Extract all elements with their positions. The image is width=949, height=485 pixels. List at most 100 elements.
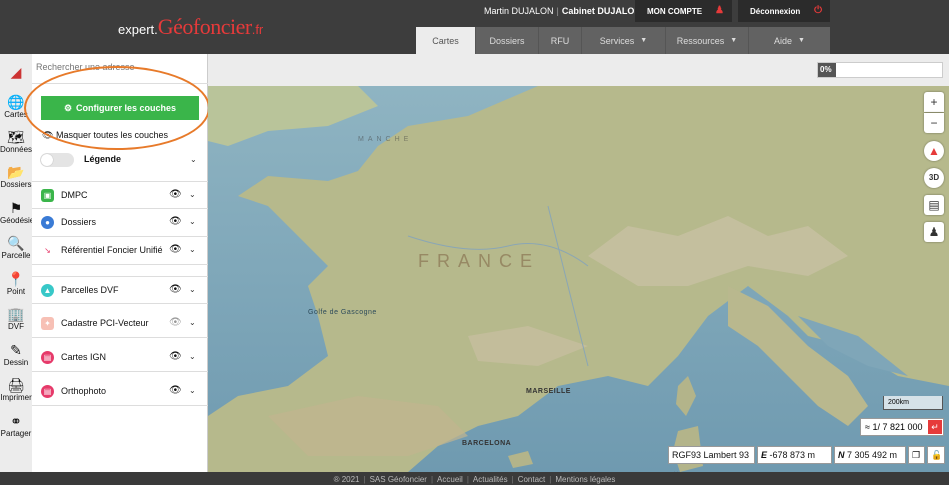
- street-view-button[interactable]: ♟: [924, 222, 944, 242]
- sidebar-item-partager[interactable]: ⚭ Partager: [0, 413, 32, 438]
- dvf-layer-icon: ▲: [41, 284, 54, 297]
- layer-name: DMPC: [61, 190, 88, 200]
- tab-label: Dossiers: [489, 35, 525, 46]
- sidebar-item-dvf[interactable]: 🏢 DVF: [0, 306, 32, 331]
- layer-cadastre[interactable]: ✦ Cadastre PCI-Vecteur 👁 ⌄: [32, 310, 208, 338]
- minus-icon: −: [930, 116, 938, 130]
- cabinet-name: Cabinet DUJALON: [561, 6, 641, 16]
- layer-cartes-ign[interactable]: ▤ Cartes IGN 👁 ⌄: [32, 344, 208, 372]
- chevron-down-icon[interactable]: ⌄: [189, 318, 196, 327]
- tab-dossiers[interactable]: Dossiers: [476, 27, 539, 54]
- progress-fill: 0%: [818, 63, 836, 77]
- tab-rfu[interactable]: RFU: [539, 27, 582, 54]
- enter-icon[interactable]: ↵: [928, 420, 942, 434]
- building-icon: 🏢: [7, 306, 25, 322]
- sidebar-item-dossiers[interactable]: 📂 Dossiers: [0, 164, 32, 189]
- zoom-in-button[interactable]: +: [924, 92, 944, 112]
- tab-cartes[interactable]: Cartes: [416, 27, 476, 54]
- sidebar-item-label: Dossiers: [0, 180, 32, 189]
- sidebar-item-imprimer[interactable]: 🖨 Imprimer: [0, 377, 32, 402]
- easting-field[interactable]: E -678 873 m: [757, 446, 832, 464]
- tab-label: Services: [599, 35, 635, 46]
- northing-field[interactable]: N 7 305 492 m: [834, 446, 906, 464]
- sidebar-item-geodesie[interactable]: ⚑ Géodésie: [0, 200, 34, 225]
- easting-value: -678 873 m: [769, 450, 816, 460]
- cadastre-icon: ✦: [41, 317, 54, 330]
- folder-icon: 📂: [7, 164, 25, 180]
- highlight-annotation: [24, 66, 210, 150]
- sidebar-item-point[interactable]: 📍 Point: [0, 271, 32, 296]
- footer-link-actualites[interactable]: Actualités: [473, 475, 508, 484]
- chevron-down-icon[interactable]: ⌄: [189, 245, 196, 254]
- caret-down-icon: ▼: [730, 37, 738, 44]
- projection-value: RGF93 Lambert 93: [672, 450, 750, 460]
- logo[interactable]: expert.Géofoncier.fr: [118, 14, 263, 40]
- zoom-out-button[interactable]: −: [924, 113, 944, 133]
- map-icon: 🗺: [7, 129, 25, 145]
- eye-slash-icon[interactable]: 👁: [169, 317, 182, 328]
- collapse-icon: ◢: [10, 64, 22, 80]
- sidebar-item-label: DVF: [8, 322, 24, 331]
- eye-icon[interactable]: 👁: [169, 351, 182, 362]
- tab-services[interactable]: Services ▼: [582, 27, 666, 54]
- dossiers-layer-icon: ●: [41, 216, 54, 229]
- chevron-down-icon[interactable]: ⌄: [189, 285, 196, 294]
- footer-link-contact[interactable]: Contact: [518, 475, 546, 484]
- projection-select[interactable]: RGF93 Lambert 93 ⌄: [668, 446, 755, 476]
- chevron-down-icon[interactable]: ⌄: [189, 386, 196, 395]
- chevron-down-icon[interactable]: ⌄: [189, 190, 196, 199]
- footer-link-mentions[interactable]: Mentions légales: [555, 475, 615, 484]
- eye-icon[interactable]: 👁: [169, 244, 182, 255]
- user-info: Martin DUJALON | Cabinet DUJALON: [484, 6, 641, 16]
- plus-icon: +: [930, 95, 938, 109]
- account-button[interactable]: MON COMPTE ♟: [635, 0, 732, 22]
- chevron-down-icon[interactable]: ⌄: [189, 217, 196, 226]
- chevron-down-icon[interactable]: ⌄: [190, 155, 197, 164]
- easting-label: E: [761, 450, 768, 460]
- sidebar-toggle[interactable]: ◢: [0, 64, 32, 80]
- scale-bar-label: 200km: [888, 399, 910, 406]
- scale-input[interactable]: ≈ 1/ 7 821 000 ↵: [860, 418, 944, 436]
- copy-button[interactable]: ❐: [908, 446, 925, 464]
- chevron-down-icon[interactable]: ⌄: [189, 352, 196, 361]
- compass-button[interactable]: ▲: [924, 141, 944, 161]
- layer-dossiers[interactable]: ● Dossiers 👁 ⌄: [32, 209, 208, 237]
- person-icon: ♟: [928, 225, 940, 239]
- layer-dmpc[interactable]: ▣ DMPC 👁 ⌄: [32, 181, 208, 209]
- tab-label: Ressources: [676, 35, 725, 46]
- logout-button[interactable]: Déconnexion ⏻: [738, 0, 830, 22]
- map-canvas[interactable]: MANCHE Golfe de Gascogne FRANCE MARSEILL…: [208, 86, 949, 472]
- eye-icon[interactable]: 👁: [169, 385, 182, 396]
- rfu-icon: ↘: [44, 246, 51, 255]
- sidebar-item-label: Données: [0, 145, 33, 154]
- share-icon: ⚭: [10, 413, 22, 429]
- sidebar-item-parcelle[interactable]: 🔍 Parcelle: [0, 235, 32, 260]
- tab-aide[interactable]: Aide ▼: [749, 27, 830, 54]
- dmpc-icon: ▣: [41, 189, 54, 202]
- map-label-marseille: MARSEILLE: [526, 388, 571, 395]
- eye-icon[interactable]: 👁: [169, 284, 182, 295]
- layer-orthophoto[interactable]: ▤ Orthophoto 👁 ⌄: [32, 378, 208, 406]
- eye-icon[interactable]: 👁: [169, 216, 182, 227]
- footer-link-accueil[interactable]: Accueil: [437, 475, 463, 484]
- tab-label: Aide: [774, 35, 793, 46]
- footer-link-sas[interactable]: SAS Géofoncier: [370, 475, 427, 484]
- sidebar-item-label: Point: [6, 287, 26, 296]
- legend-toggle[interactable]: [40, 153, 74, 167]
- search-icon: 🔍: [7, 235, 25, 251]
- lock-button[interactable]: 🔓: [927, 446, 945, 464]
- layer-parcelles-dvf[interactable]: ▲ Parcelles DVF 👁 ⌄: [32, 276, 208, 304]
- layer-rfu[interactable]: ↘ Référentiel Foncier Unifié 👁 ⌄: [32, 237, 208, 265]
- sidebar-item-dessin[interactable]: ✎ Dessin: [0, 342, 32, 367]
- tab-ressources[interactable]: Ressources ▼: [666, 27, 749, 54]
- pencil-icon: ✎: [10, 342, 22, 358]
- eye-icon[interactable]: 👁: [169, 189, 182, 200]
- scale-bar: 200km: [883, 396, 943, 410]
- measure-button[interactable]: ▤: [924, 195, 944, 215]
- sidebar-item-label: Partager: [0, 429, 32, 438]
- 3d-button[interactable]: 3D: [924, 168, 944, 188]
- sidebar-item-label: Dessin: [3, 358, 29, 367]
- sidebar-item-donnees[interactable]: 🗺 Données: [0, 129, 32, 154]
- ruler-icon: ▤: [928, 198, 940, 212]
- map-label-gascogne: Golfe de Gascogne: [308, 309, 377, 316]
